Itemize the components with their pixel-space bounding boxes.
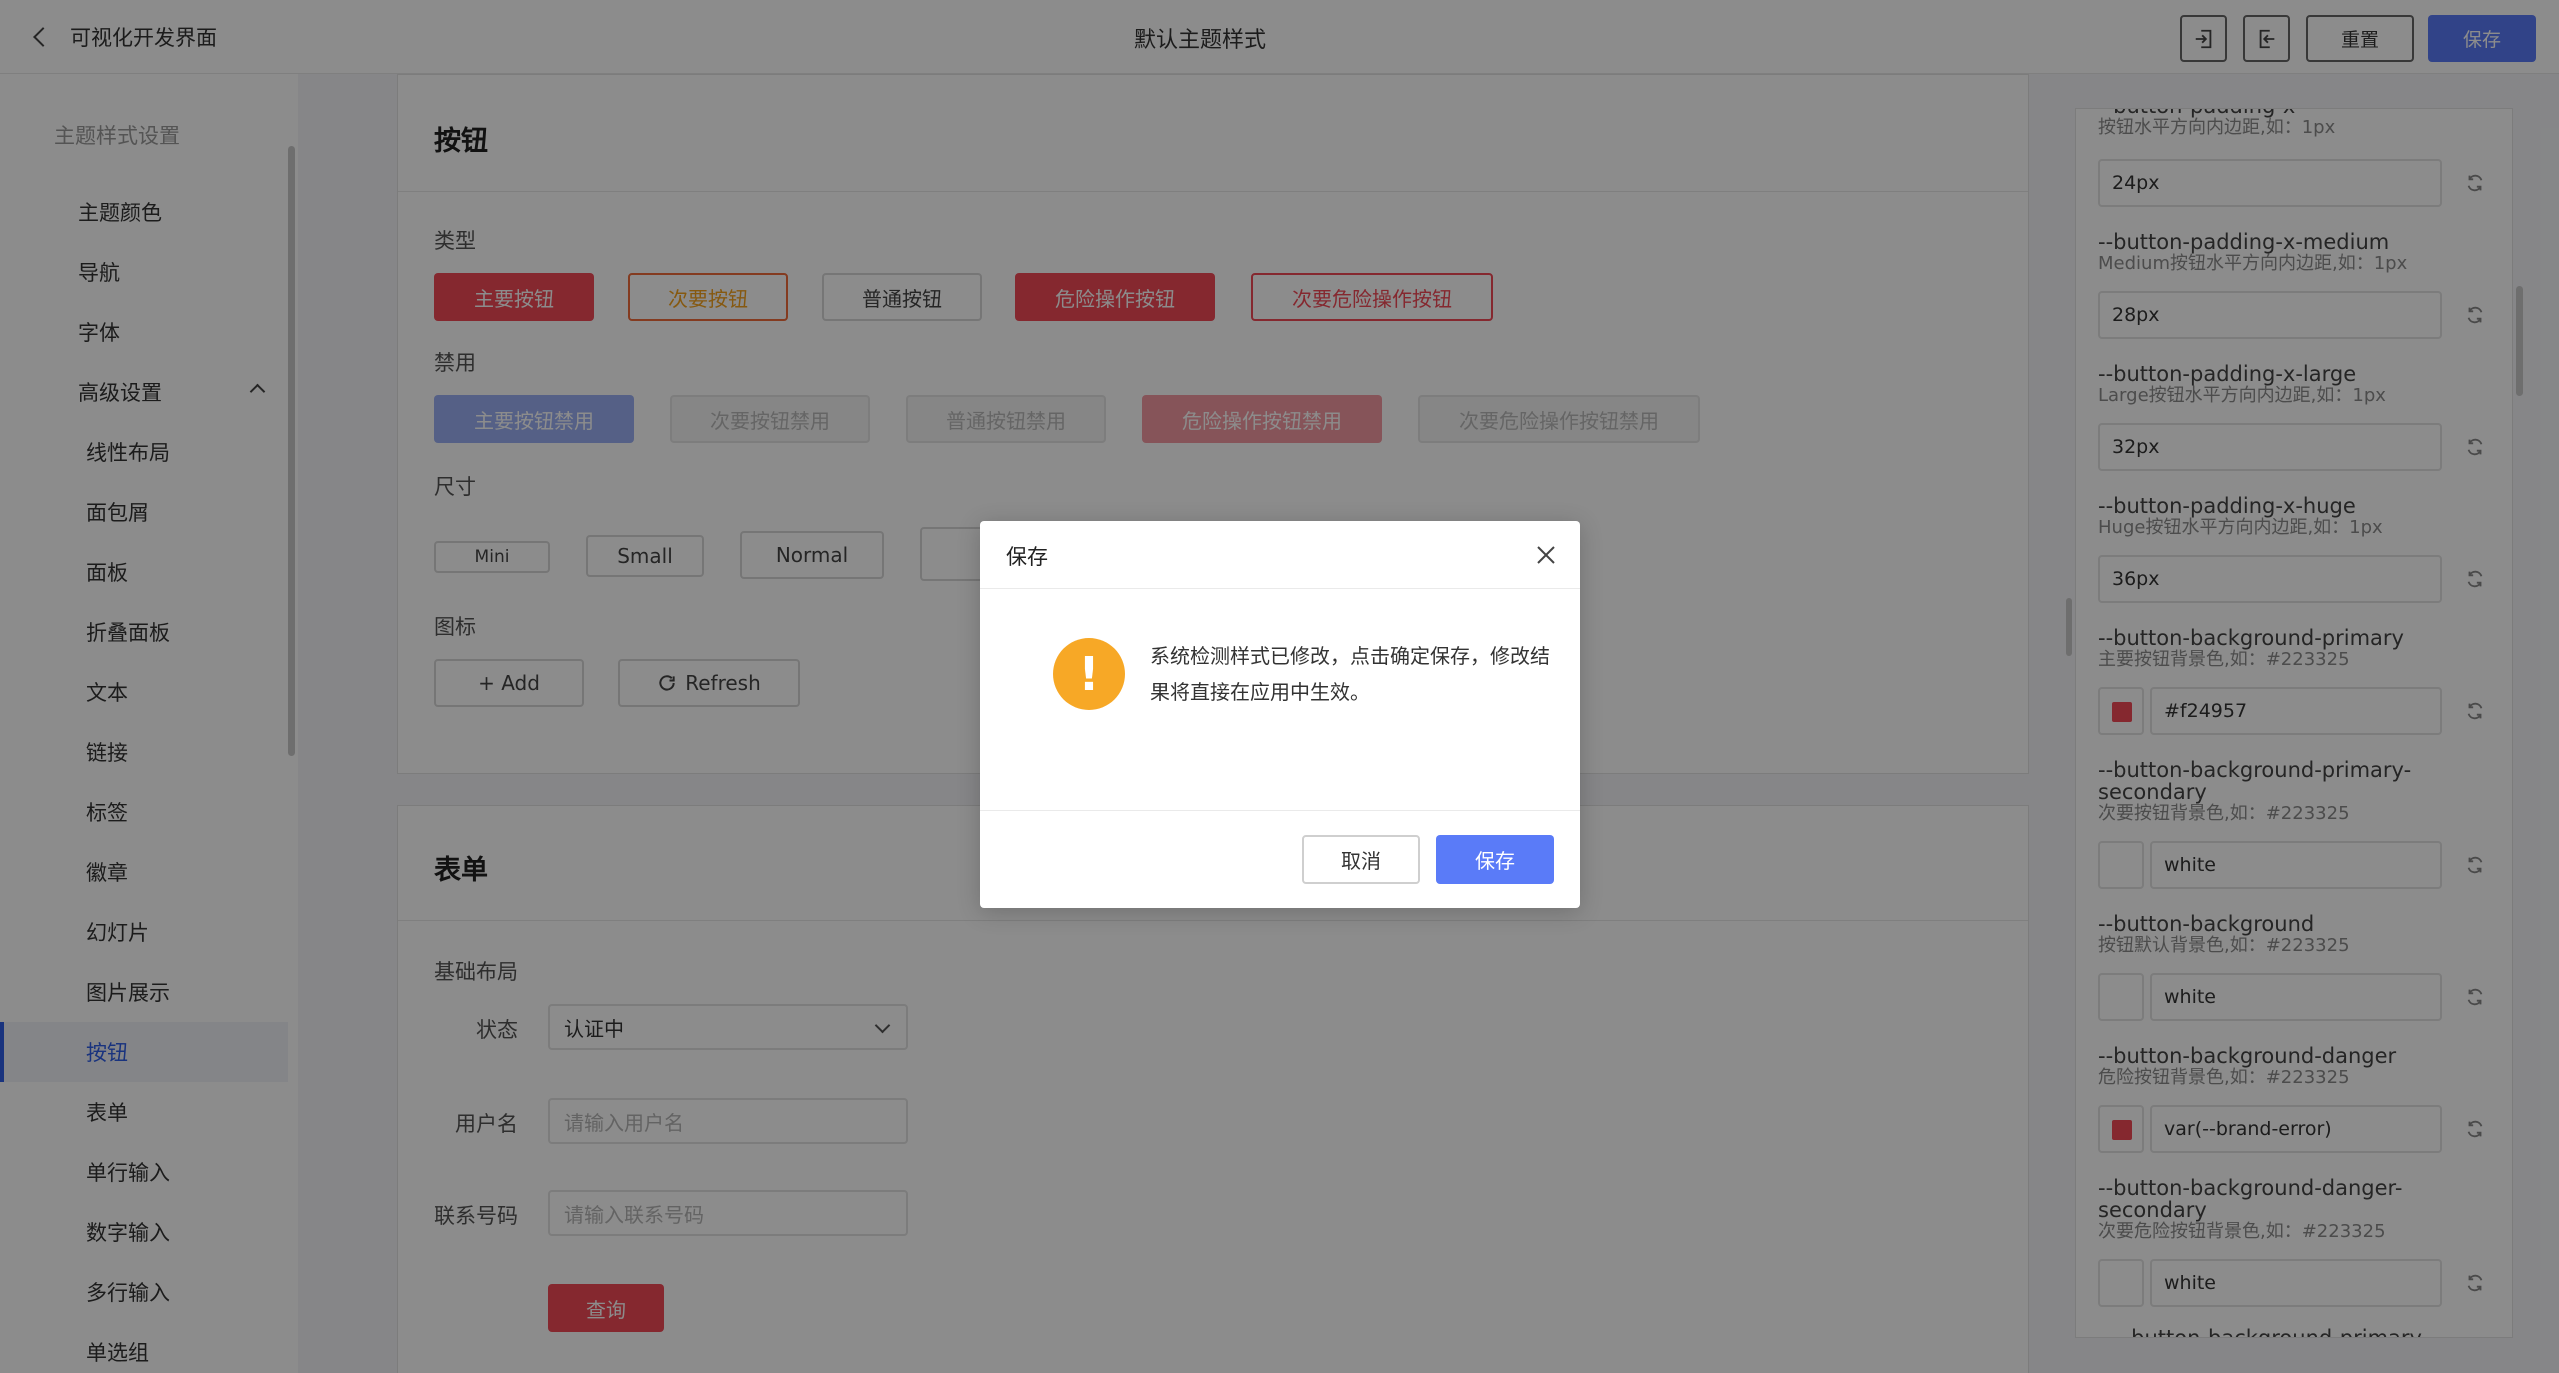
warning-icon: ! <box>1053 638 1125 710</box>
save-dialog: 保存 ! 系统检测样式已修改，点击确定保存，修改结果将直接在应用中生效。 取消 … <box>980 521 1580 908</box>
divider <box>980 810 1580 811</box>
close-icon[interactable] <box>1534 543 1558 567</box>
dialog-title: 保存 <box>1006 545 1048 569</box>
confirm-save-button[interactable]: 保存 <box>1436 835 1554 884</box>
dialog-header: 保存 <box>980 521 1580 589</box>
cancel-button[interactable]: 取消 <box>1302 835 1420 884</box>
dialog-message: 系统检测样式已修改，点击确定保存，修改结果将直接在应用中生效。 <box>1150 644 1550 704</box>
